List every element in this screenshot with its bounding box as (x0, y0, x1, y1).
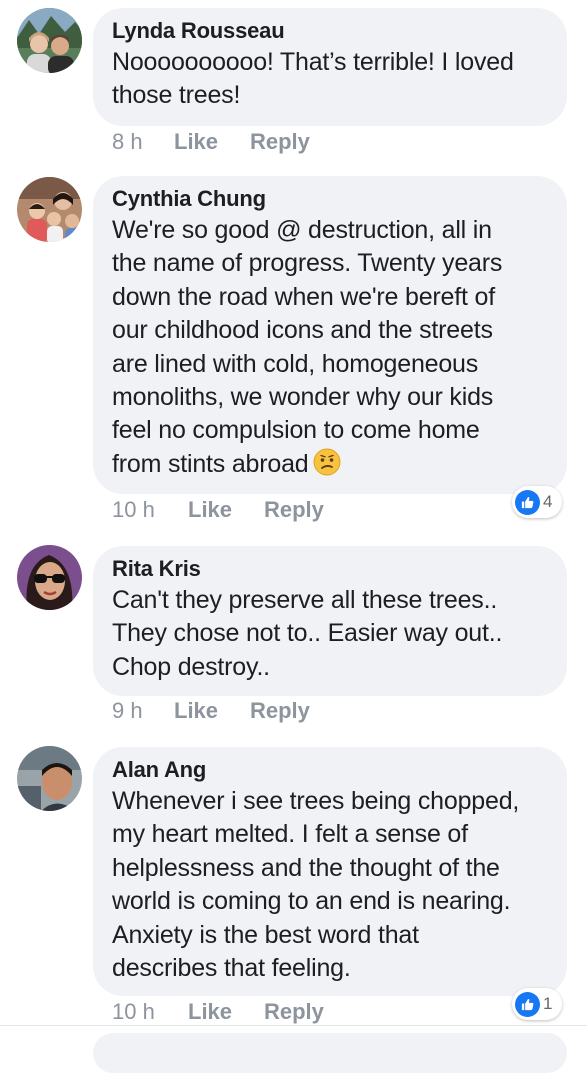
confused-face-emoji-icon (313, 448, 340, 476)
comment-timestamp[interactable]: 10 h (112, 497, 188, 523)
comment-bubble: Lynda Rousseau Noooooooooo! That’s terri… (93, 8, 567, 126)
comment-timestamp[interactable]: 8 h (112, 129, 174, 155)
reaction-summary[interactable]: 1 (512, 988, 562, 1020)
comment-timestamp[interactable]: 10 h (112, 999, 188, 1025)
like-thumb-icon (515, 991, 540, 1017)
comment-bubble: Cynthia Chung We're so good @ destructio… (93, 176, 567, 494)
avatar-photo (17, 177, 82, 242)
comment-author[interactable]: Alan Ang (112, 755, 547, 785)
like-thumb-icon (515, 489, 540, 515)
avatar[interactable] (17, 8, 82, 73)
comment-bubble: Alan Ang Whenever i see trees being chop… (93, 747, 567, 996)
reaction-count: 4 (543, 492, 553, 511)
avatar-photo (17, 545, 82, 610)
like-button[interactable]: Like (188, 999, 264, 1025)
avatar-photo (17, 746, 82, 811)
comment-bubble: Rita Kris Can't they preserve all these … (93, 546, 567, 696)
comment-author[interactable]: Rita Kris (112, 554, 547, 584)
avatar[interactable] (17, 177, 82, 242)
reply-button[interactable]: Reply (250, 129, 310, 155)
divider (0, 1025, 587, 1026)
comment-author[interactable]: Cynthia Chung (112, 184, 547, 214)
avatar[interactable] (17, 545, 82, 610)
like-button[interactable]: Like (174, 698, 250, 724)
comment-text: Whenever i see trees being chopped, my h… (112, 787, 520, 983)
avatar[interactable] (17, 746, 82, 811)
reply-button[interactable]: Reply (250, 698, 310, 724)
comment-text: Noooooooooo! That’s terrible! I loved th… (112, 48, 514, 110)
comment-author[interactable]: Lynda Rousseau (112, 16, 547, 46)
reply-button[interactable]: Reply (264, 999, 324, 1025)
like-button[interactable]: Like (188, 497, 264, 523)
comment-text: Can't they preserve all these trees.. Th… (112, 586, 503, 681)
avatar-photo (17, 8, 82, 73)
comment-actions: 10 h Like Reply (112, 999, 324, 1025)
comment-actions: 8 h Like Reply (112, 129, 310, 155)
reaction-summary[interactable]: 4 (512, 486, 562, 518)
comment-actions: 10 h Like Reply (112, 497, 324, 523)
reply-button[interactable]: Reply (264, 497, 324, 523)
comment-timestamp[interactable]: 9 h (112, 698, 174, 724)
comment-text: We're so good @ destruction, all in the … (112, 214, 547, 481)
next-comment-bubble (93, 1033, 567, 1073)
like-button[interactable]: Like (174, 129, 250, 155)
reaction-count: 1 (543, 994, 553, 1013)
comment-actions: 9 h Like Reply (112, 698, 310, 724)
comment-text-body: We're so good @ destruction, all in the … (112, 216, 503, 478)
